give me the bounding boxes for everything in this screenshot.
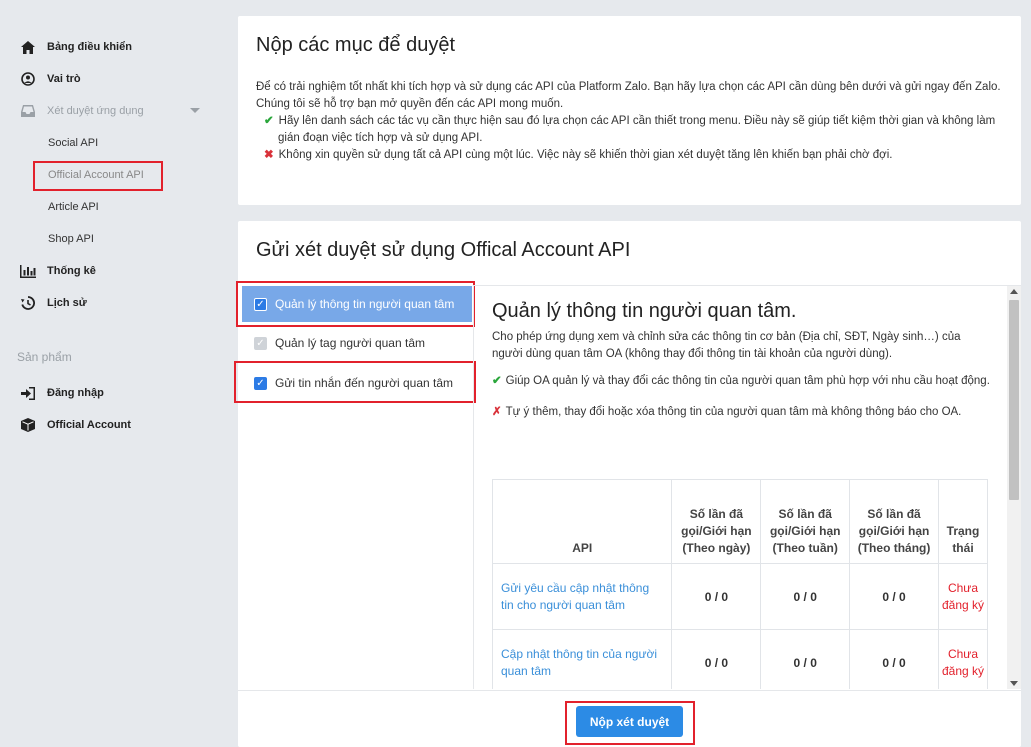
highlight-box <box>236 281 475 327</box>
tip-bad-text: Không xin quyền sử dụng tất cả API cùng … <box>278 149 893 161</box>
cross-icon: ✗ <box>492 406 502 418</box>
sidebar-subitem-shop-api[interactable]: Shop API <box>48 230 94 248</box>
card-footer: Nộp xét duyệt <box>238 690 1021 747</box>
api-table: API Số lần đã gọi/Giới hạn (Theo ngày) S… <box>491 479 989 689</box>
intro-title: Nộp các mục để duyệt <box>256 34 455 56</box>
intro-description: Để có trải nghiệm tốt nhất khi tích hợp … <box>256 81 1001 110</box>
detail-description: Cho phép ứng dụng xem và chỉnh sửa các t… <box>492 331 961 360</box>
sidebar-item-label: Vai trò <box>47 73 81 85</box>
cross-icon: ✖ <box>264 149 274 161</box>
tip-bad: ✖ Không xin quyền sử dụng tất cả API cùng… <box>256 147 1003 164</box>
sidebar-item-label: Official Account <box>47 419 131 431</box>
check-icon: ✔ <box>492 375 502 387</box>
column-header: API <box>491 479 673 564</box>
tip-good: ✔ Hãy lên danh sách các tác vụ cần thực h… <box>256 113 1003 147</box>
submit-review-button[interactable]: Nộp xét duyệt <box>576 706 683 737</box>
column-header: Số lần đã gọi/Giới hạn (Theo tuần) <box>760 479 851 564</box>
table-header-row: API Số lần đã gọi/Giới hạn (Theo ngày) S… <box>491 479 989 564</box>
sidebar-item-login[interactable]: Đăng nhập <box>20 383 104 403</box>
sidebar: Bảng điều khiển Vai trò Xét duyệt ứng dụ… <box>0 0 222 747</box>
column-header: Trạng thái <box>937 479 989 564</box>
api-link[interactable]: Gửi yêu cầu cập nhật thông tin cho người… <box>491 563 673 630</box>
sidebar-item-dashboard[interactable]: Bảng điều khiển <box>20 37 132 57</box>
inbox-icon <box>20 103 36 119</box>
detail-good-text: Giúp OA quản lý và thay đổi các thông ti… <box>505 375 990 387</box>
status-text: Chưa đăng ký <box>937 563 989 630</box>
daily-usage: 0 / 0 <box>671 563 762 630</box>
detail-title: Quản lý thông tin người quan tâm. <box>492 300 797 322</box>
sidebar-item-history[interactable]: Lịch sử <box>20 293 87 313</box>
home-icon <box>20 39 36 55</box>
option-label: Quản lý tag người quan tâm <box>275 336 425 350</box>
intro-card: Nộp các mục để duyệt Để có trải nghiệm t… <box>238 16 1021 205</box>
bar-chart-icon <box>20 263 36 279</box>
detail-bad: ✗ Tự ý thêm, thay đổi hoặc xóa thông tin … <box>492 404 990 421</box>
user-circle-icon <box>20 71 36 87</box>
sidebar-item-statistics[interactable]: Thống kê <box>20 261 96 281</box>
review-card: Gửi xét duyệt sử dụng Offical Account AP… <box>234 221 1021 747</box>
detail-bad-text: Tự ý thêm, thay đổi hoặc xóa thông tin c… <box>505 406 962 418</box>
option-manage-follower-tags[interactable]: ✓ Quản lý tag người quan tâm <box>242 325 472 361</box>
sidebar-subitem-social-api[interactable]: Social API <box>48 134 98 152</box>
chevron-down-icon[interactable] <box>190 108 200 113</box>
column-header: Số lần đã gọi/Giới hạn (Theo ngày) <box>671 479 762 564</box>
sidebar-item-label: Lịch sử <box>47 297 87 309</box>
highlight-box <box>33 161 163 191</box>
weekly-usage: 0 / 0 <box>760 563 851 630</box>
column-header: Số lần đã gọi/Giới hạn (Theo tháng) <box>849 479 939 564</box>
daily-usage: 0 / 0 <box>671 629 762 689</box>
api-detail-panel: Quản lý thông tin người quan tâm. Cho ph… <box>473 285 1021 689</box>
api-link[interactable]: Cập nhật thông tin của người quan tâm <box>491 629 673 689</box>
sidebar-subitem-article-api[interactable]: Article API <box>48 198 99 216</box>
tip-good-text: Hãy lên danh sách các tác vụ cần thực hi… <box>278 115 996 144</box>
scroll-down-icon[interactable] <box>1010 681 1018 686</box>
table-row: Gửi yêu cầu cập nhật thông tin cho người… <box>491 563 989 630</box>
scrollbar[interactable] <box>1007 286 1021 689</box>
sign-in-icon <box>20 385 36 401</box>
sidebar-item-official-account[interactable]: Official Account <box>20 415 131 435</box>
scroll-thumb[interactable] <box>1009 300 1019 500</box>
monthly-usage: 0 / 0 <box>849 629 939 689</box>
sidebar-item-label: Đăng nhập <box>47 387 104 399</box>
sidebar-item-label: Bảng điều khiển <box>47 41 132 53</box>
sidebar-item-label: Xét duyệt ứng dụng <box>47 105 144 117</box>
sidebar-item-app-review[interactable]: Xét duyệt ứng dụng <box>20 101 144 121</box>
review-title: Gửi xét duyệt sử dụng Offical Account AP… <box>256 239 631 261</box>
weekly-usage: 0 / 0 <box>760 629 851 689</box>
table-row: Cập nhật thông tin của người quan tâm 0 … <box>491 629 989 689</box>
monthly-usage: 0 / 0 <box>849 563 939 630</box>
cube-icon <box>20 417 36 433</box>
sidebar-item-label: Thống kê <box>47 265 96 277</box>
highlight-box <box>234 361 476 403</box>
history-icon <box>20 295 36 311</box>
checkbox-disabled: ✓ <box>254 336 267 350</box>
section-label-products: Sản phẩm <box>17 350 72 364</box>
status-text: Chưa đăng ký <box>937 629 989 689</box>
sidebar-item-roles[interactable]: Vai trò <box>20 69 81 89</box>
scroll-up-icon[interactable] <box>1010 289 1018 294</box>
detail-good: ✔ Giúp OA quản lý và thay đổi các thông t… <box>492 373 990 390</box>
check-icon: ✔ <box>264 115 274 127</box>
